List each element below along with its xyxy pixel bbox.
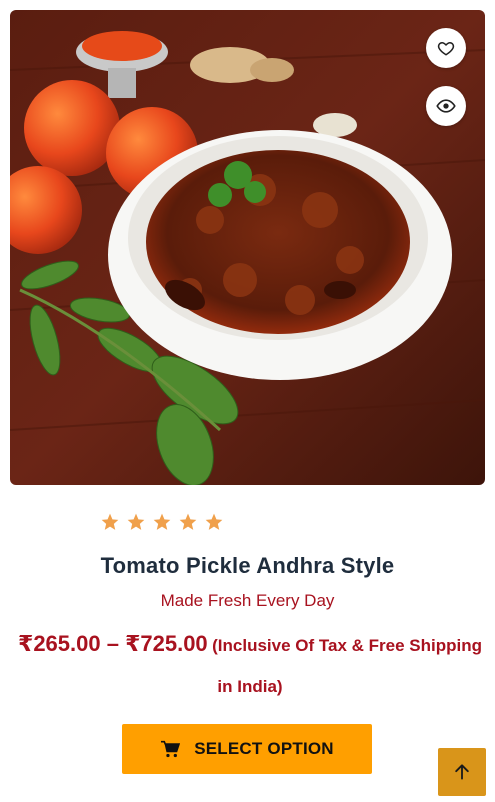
star-rating — [100, 512, 224, 532]
price-note: (Inclusive Of Tax & Free Shipping in Ind… — [212, 636, 482, 696]
cart-icon — [161, 740, 181, 758]
wishlist-button[interactable] — [426, 28, 466, 68]
price-block: ₹265.00 – ₹725.00 (Inclusive Of Tax & Fr… — [10, 624, 490, 708]
select-option-button[interactable]: SELECT OPTION — [122, 724, 372, 774]
product-image[interactable] — [10, 10, 485, 485]
star-icon — [153, 513, 171, 530]
star-icon — [179, 513, 197, 530]
price-range: ₹265.00 – ₹725.00 — [18, 631, 208, 656]
heart-icon — [437, 42, 455, 56]
scroll-to-top-button[interactable] — [438, 748, 486, 796]
eye-icon — [436, 99, 456, 113]
star-icon — [205, 513, 223, 530]
product-title[interactable]: Tomato Pickle Andhra Style — [0, 553, 495, 579]
product-card: Tomato Pickle Andhra Style Made Fresh Ev… — [0, 0, 495, 802]
star-icon — [127, 513, 145, 530]
select-option-label: SELECT OPTION — [194, 739, 334, 758]
arrow-up-icon — [455, 764, 469, 780]
quick-view-button[interactable] — [426, 86, 466, 126]
product-subtitle: Made Fresh Every Day — [160, 591, 335, 610]
star-icon — [101, 513, 119, 530]
